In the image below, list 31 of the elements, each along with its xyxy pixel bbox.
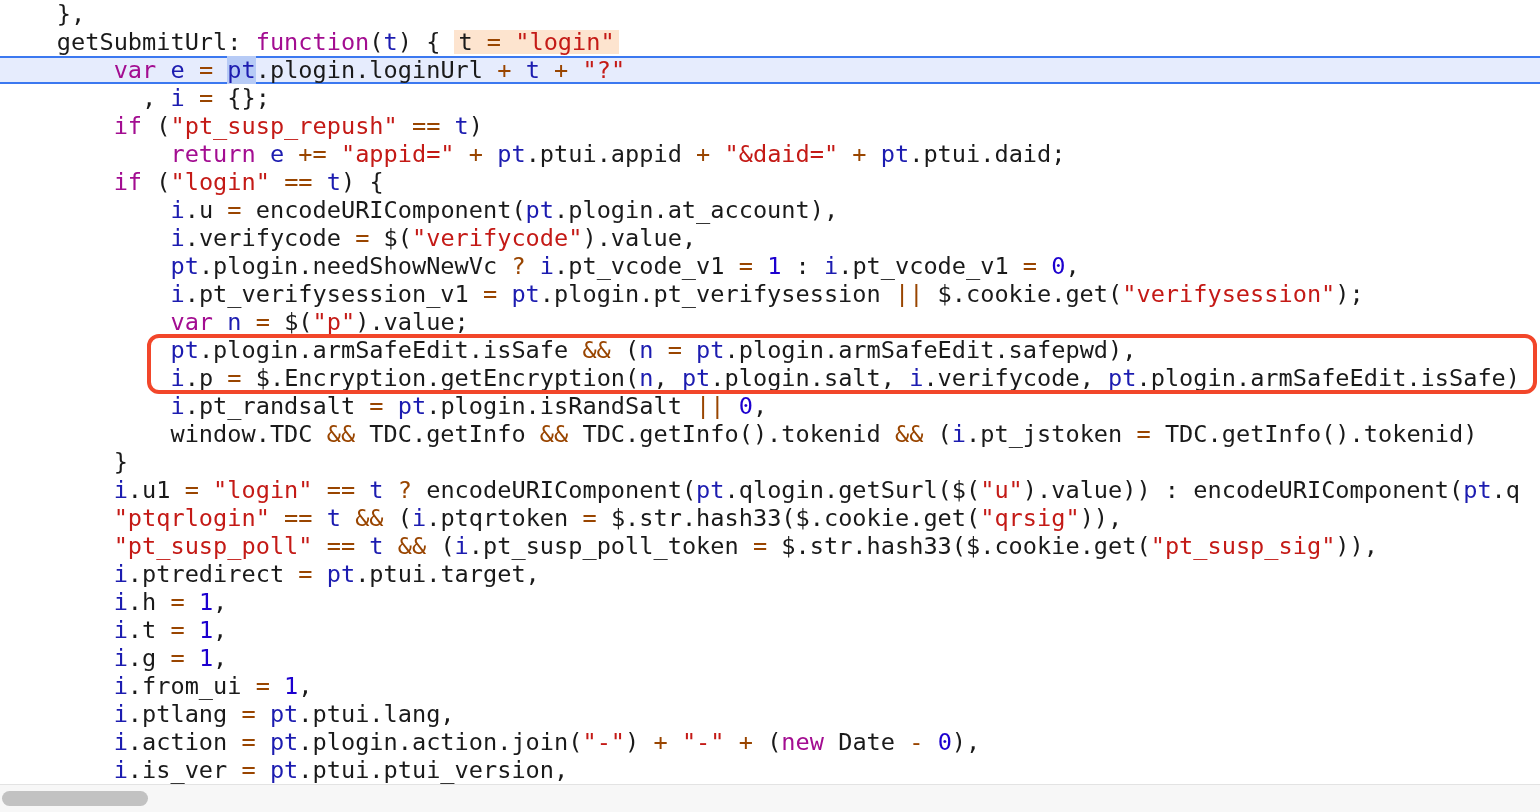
code-line: i.pt_randsalt = pt.plogin.isRandSalt || 0, [169,392,768,420]
code-line: pt.plogin.armSafeEdit.isSafe && (n = pt.plogin.armSafeEdit.safepwd), [169,336,1137,364]
code-line: i.is_ver = pt.ptui.ptui_version, [112,756,569,784]
code-line: var n = $("p").value; [169,308,469,336]
code-line: i.ptlang = pt.ptui.lang, [112,700,455,728]
code-line: i.verifycode = $("verifycode").value, [169,224,697,252]
code-line: i.u = encodeURIComponent(pt.plogin.at_account), [169,196,839,224]
code-line: i.ptredirect = pt.ptui.target, [112,560,540,588]
code-line: window.TDC && TDC.getInfo && TDC.getInfo().tokenid && (i.pt_jstoken = TDC.getInfo().tokenid) [169,420,1478,448]
code-line: var e = pt.plogin.loginUrl + t + "?" [112,56,626,84]
code-line: i.pt_verifysession_v1 = pt.plogin.pt_verifysession || $.cookie.get("verifysession"); [169,280,1364,308]
code-line: return e += "appid=" + pt.ptui.appid + "&daid=" + pt.ptui.daid; [169,140,1066,168]
code-line: "pt_susp_poll" == t && (i.pt_susp_poll_token = $.str.hash33($.cookie.get("pt_susp_sig")), [112,532,1378,560]
code-line: if ("pt_susp_repush" == t) [112,112,484,140]
code-line: i.u1 = "login" == t ? encodeURIComponent(pt.qlogin.getSurl($("u").value)) : encodeURIComponent(pt.q [112,476,1520,504]
code-line: i.t = 1, [112,616,228,644]
code-line: getSubmitUrl: function(t) { [55,28,441,56]
code-line: pt.plogin.needShowNewVc ? i.pt_vcode_v1 = 1 : i.pt_vcode_v1 = 0, [169,252,1080,280]
code-line: "ptqrlogin" == t && (i.ptqrtoken = $.str.hash33($.cookie.get("qrsig")), [112,504,1123,532]
inline-value-hint: t = "login" [454,30,619,54]
code-line: i.from_ui = 1, [112,672,313,700]
code-line: if ("login" == t) { [112,168,384,196]
code-line: , i = {}; [141,84,270,112]
scrollbar-thumb[interactable] [2,791,148,806]
code-line: i.h = 1, [112,588,228,616]
code-line: }, [55,0,86,28]
code-line: } [112,448,128,476]
code-line: i.action = pt.plogin.action.join("-") + "-" + (new Date - 0), [112,728,981,756]
code-line: i.g = 1, [112,644,228,672]
code-line: i.p = $.Encryption.getEncryption(n, pt.plogin.salt, i.verifycode, pt.plogin.armSafeEdit.isSafe) [169,364,1521,392]
horizontal-scrollbar[interactable] [0,784,1540,812]
